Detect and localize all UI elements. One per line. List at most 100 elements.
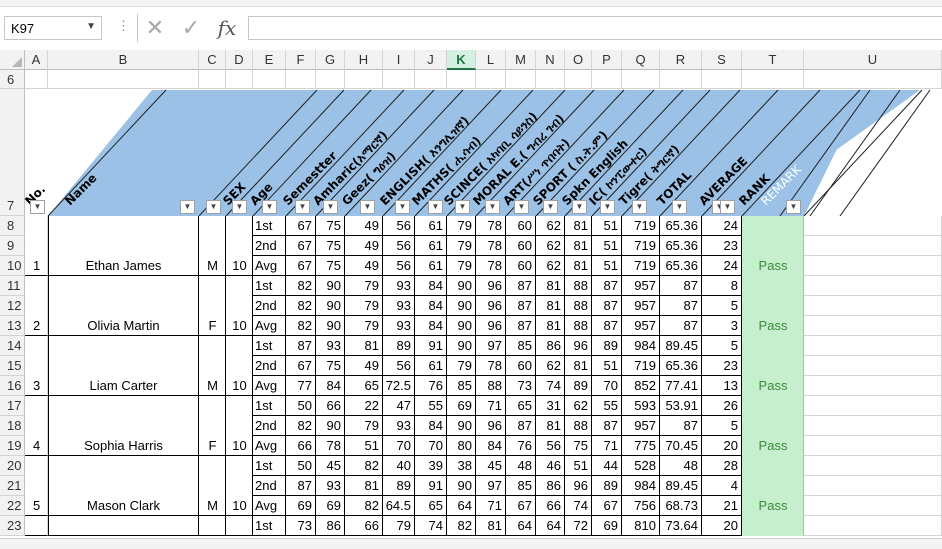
empty-cell[interactable]	[804, 356, 942, 376]
score-cell[interactable]: 40	[383, 456, 415, 476]
row-header-12[interactable]: 12	[0, 296, 25, 316]
filter-dropdown-icon[interactable]: ▼	[600, 200, 615, 214]
row-header-9[interactable]: 9	[0, 236, 25, 256]
semester-cell[interactable]: 1st	[253, 216, 286, 236]
score-cell[interactable]: 80	[447, 436, 476, 456]
student-number[interactable]: 4	[31, 436, 48, 456]
empty-cell[interactable]	[506, 70, 536, 89]
score-cell[interactable]: 81	[565, 216, 592, 236]
score-cell[interactable]: 61	[415, 256, 447, 276]
score-cell[interactable]: 89	[592, 336, 622, 356]
score-cell[interactable]: 70	[383, 436, 415, 456]
score-cell[interactable]: 984	[622, 476, 660, 496]
row-header-23[interactable]: 23	[0, 516, 25, 536]
score-cell[interactable]: 61	[415, 356, 447, 376]
score-cell[interactable]: 61	[415, 236, 447, 256]
score-cell[interactable]: 984	[622, 336, 660, 356]
score-cell[interactable]: 593	[622, 396, 660, 416]
score-cell[interactable]: 62	[536, 256, 565, 276]
row-header-14[interactable]: 14	[0, 336, 25, 356]
score-cell[interactable]: 44	[592, 456, 622, 476]
score-cell[interactable]: 24	[702, 256, 742, 276]
score-cell[interactable]: 23	[702, 236, 742, 256]
student-name[interactable]: Mason Clark	[49, 496, 198, 516]
score-cell[interactable]: 90	[316, 316, 345, 336]
function-icon[interactable]: fx	[212, 14, 242, 42]
score-cell[interactable]: 957	[622, 296, 660, 316]
remark-text[interactable]: Pass	[742, 436, 804, 456]
score-cell[interactable]: 88	[565, 296, 592, 316]
score-cell[interactable]: 65	[415, 496, 447, 516]
semester-cell[interactable]: 1st	[253, 276, 286, 296]
score-cell[interactable]: 88	[565, 276, 592, 296]
score-cell[interactable]: 71	[476, 496, 506, 516]
score-cell[interactable]: 66	[286, 436, 316, 456]
score-cell[interactable]: 79	[345, 416, 383, 436]
score-cell[interactable]: 51	[592, 256, 622, 276]
score-cell[interactable]: 96	[476, 416, 506, 436]
student-name[interactable]: Olivia Martin	[49, 316, 198, 336]
student-number[interactable]: 1	[31, 256, 48, 276]
score-cell[interactable]: 20	[702, 436, 742, 456]
score-cell[interactable]: 75	[316, 356, 345, 376]
score-cell[interactable]: 72.5	[383, 376, 415, 396]
score-cell[interactable]: 79	[447, 356, 476, 376]
score-cell[interactable]: 70.45	[660, 436, 702, 456]
score-cell[interactable]: 96	[476, 296, 506, 316]
score-cell[interactable]: 64	[447, 496, 476, 516]
row-header-20[interactable]: 20	[0, 456, 25, 476]
score-cell[interactable]: 87	[660, 416, 702, 436]
column-header-N[interactable]: N	[536, 50, 565, 70]
score-cell[interactable]: 76	[415, 376, 447, 396]
score-cell[interactable]: 90	[447, 476, 476, 496]
filter-dropdown-icon[interactable]: ▼	[455, 200, 470, 214]
score-cell[interactable]: 49	[345, 236, 383, 256]
score-cell[interactable]: 3	[702, 316, 742, 336]
score-cell[interactable]: 756	[622, 496, 660, 516]
score-cell[interactable]: 84	[415, 416, 447, 436]
score-cell[interactable]: 84	[415, 296, 447, 316]
student-sex[interactable]: M	[200, 496, 225, 516]
score-cell[interactable]: 55	[415, 396, 447, 416]
score-cell[interactable]: 81	[476, 516, 506, 536]
empty-cell[interactable]	[316, 70, 345, 89]
score-cell[interactable]: 66	[345, 516, 383, 536]
empty-cell[interactable]	[48, 70, 199, 89]
student-number[interactable]	[31, 516, 48, 536]
worksheet-grid[interactable]: No. Name SEX Age Semestter Amharic(አማርኛ) Geez(…	[0, 50, 942, 548]
score-cell[interactable]: 81	[345, 476, 383, 496]
student-name[interactable]: Liam Carter	[49, 376, 198, 396]
column-header-E[interactable]: E	[253, 50, 286, 70]
row-header-7[interactable]: 7	[0, 89, 25, 216]
empty-cell[interactable]	[253, 70, 286, 89]
score-cell[interactable]: 91	[415, 336, 447, 356]
score-cell[interactable]: 71	[476, 396, 506, 416]
empty-cell[interactable]	[622, 70, 660, 89]
score-cell[interactable]: 87	[660, 296, 702, 316]
score-cell[interactable]: 89	[383, 476, 415, 496]
score-cell[interactable]: 93	[383, 316, 415, 336]
student-age[interactable]	[227, 516, 252, 536]
score-cell[interactable]: 24	[702, 216, 742, 236]
score-cell[interactable]: 46	[536, 456, 565, 476]
score-cell[interactable]: 4	[702, 476, 742, 496]
column-header-S[interactable]: S	[702, 50, 742, 70]
score-cell[interactable]: 67	[286, 356, 316, 376]
score-cell[interactable]: 56	[383, 236, 415, 256]
score-cell[interactable]: 20	[702, 516, 742, 536]
score-cell[interactable]: 51	[345, 436, 383, 456]
score-cell[interactable]: 82	[286, 316, 316, 336]
student-sex[interactable]: F	[200, 436, 225, 456]
empty-cell[interactable]	[415, 70, 447, 89]
score-cell[interactable]: 65.36	[660, 356, 702, 376]
score-cell[interactable]: 84	[415, 316, 447, 336]
score-cell[interactable]: 64	[506, 516, 536, 536]
empty-cell[interactable]	[804, 476, 942, 496]
score-cell[interactable]: 87	[286, 336, 316, 356]
score-cell[interactable]: 775	[622, 436, 660, 456]
score-cell[interactable]: 93	[383, 276, 415, 296]
score-cell[interactable]: 45	[476, 456, 506, 476]
score-cell[interactable]: 65	[345, 376, 383, 396]
semester-cell[interactable]: 1st	[253, 396, 286, 416]
empty-cell[interactable]	[226, 70, 253, 89]
